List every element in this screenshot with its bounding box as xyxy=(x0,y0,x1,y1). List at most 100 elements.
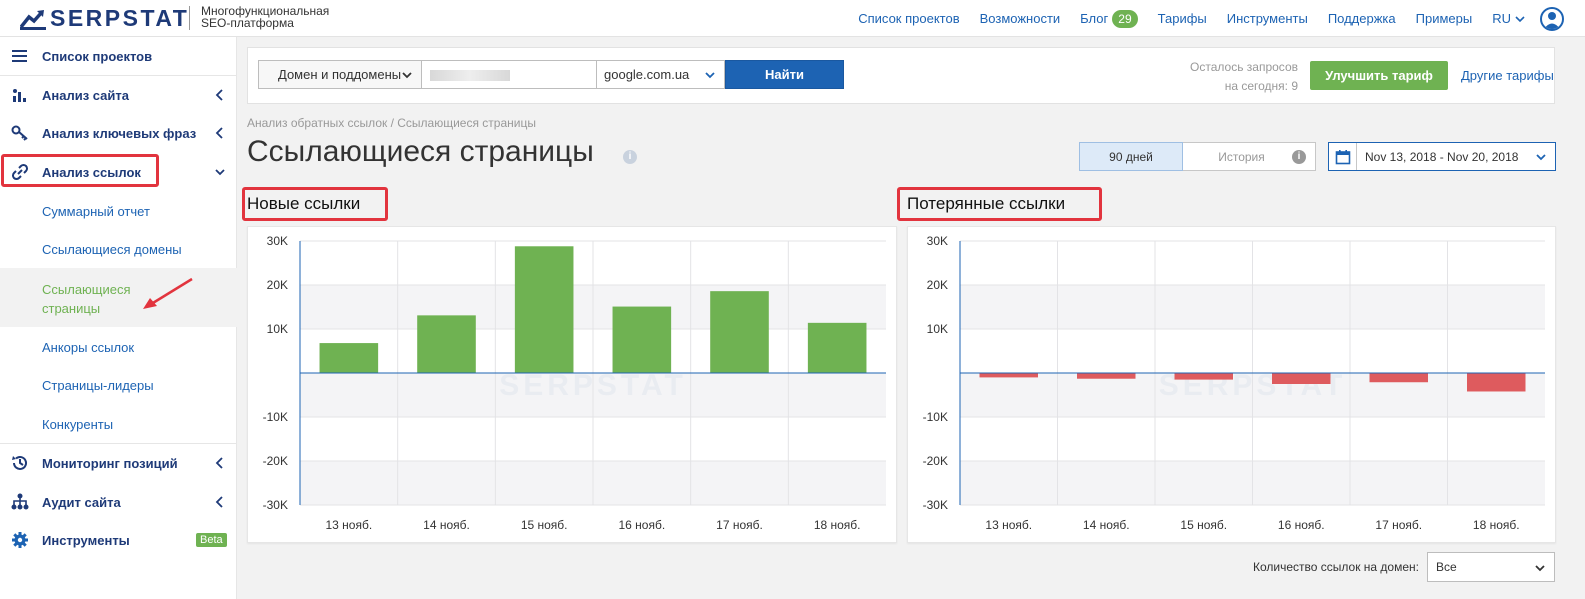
language-select[interactable]: RU xyxy=(1492,11,1526,26)
history-info-icon[interactable]: i xyxy=(1292,150,1306,164)
y-tick-label: -10K xyxy=(923,410,948,424)
bar[interactable] xyxy=(807,322,867,373)
period-history-label: История xyxy=(1218,149,1265,164)
nav-tools[interactable]: Инструменты xyxy=(1227,11,1308,26)
bar[interactable] xyxy=(319,343,379,373)
bar[interactable] xyxy=(1174,373,1234,380)
find-button[interactable]: Найти xyxy=(725,60,844,89)
bar[interactable] xyxy=(710,291,769,373)
sidebar-subitem-summary[interactable]: Суммарный отчет xyxy=(0,192,237,230)
blurred-domain xyxy=(430,70,510,81)
breadcrumb: Анализ обратных ссылок / Ссылающиеся стр… xyxy=(247,116,536,130)
sidebar-subitem-label: Суммарный отчет xyxy=(42,204,150,219)
highlight-box xyxy=(897,187,1102,221)
y-tick-label: -20K xyxy=(263,454,288,468)
chevron-down-icon xyxy=(1535,565,1545,572)
sidebar-subitem-top-pages[interactable]: Страницы-лидеры xyxy=(0,365,237,403)
nav-blog[interactable]: Блог 29 xyxy=(1080,9,1138,28)
new-links-chart: 30K 20K 10K -10K -20K -30K SERPSTAT 13 нояб. 14 … xyxy=(247,226,897,543)
y-tick-label: -30K xyxy=(263,498,288,512)
x-tick-label: 18 нояб. xyxy=(814,518,861,532)
x-tick-label: 14 нояб. xyxy=(1083,518,1130,532)
y-tick-label: -20K xyxy=(923,454,948,468)
sidebar-item-label: Инструменты xyxy=(42,532,130,548)
sidebar-subitem-label: Страницы-лидеры xyxy=(42,378,154,393)
tagline-line2: SEO-платформа xyxy=(201,16,294,30)
sidebar-subitem-ref-domains[interactable]: Ссылающиеся домены xyxy=(0,230,237,268)
bar[interactable] xyxy=(1369,373,1429,383)
chart-svg: 30K 20K 10K -10K -20K -30K SERPSTAT 13 нояб. 14 … xyxy=(263,234,886,532)
remaining-line2: на сегодня: 9 xyxy=(1224,79,1298,93)
search-engine-value: google.com.ua xyxy=(604,67,690,82)
user-avatar-icon[interactable] xyxy=(1540,6,1564,31)
date-range-picker[interactable]: Nov 13, 2018 - Nov 20, 2018 xyxy=(1328,142,1556,171)
links-per-domain-select[interactable]: Все xyxy=(1427,552,1555,582)
sidebar-item-label: Аудит сайта xyxy=(42,494,121,510)
x-tick-label: 15 нояб. xyxy=(521,518,568,532)
sidebar-subitem-label-line2: страницы xyxy=(42,301,101,316)
watermark: SERPSTAT xyxy=(499,369,687,402)
lost-links-chart: 30K 20K 10K -10K -20K -30K SERPSTAT 13 нояб. 14 … xyxy=(907,226,1556,543)
domain-input[interactable] xyxy=(422,60,597,89)
x-tick-label: 17 нояб. xyxy=(716,518,763,532)
period-history[interactable]: История i xyxy=(1182,143,1315,170)
logo-icon xyxy=(20,9,46,30)
nav-support[interactable]: Поддержка xyxy=(1328,11,1396,26)
nav-pricing[interactable]: Тарифы xyxy=(1158,11,1207,26)
bar[interactable] xyxy=(1272,373,1331,384)
info-icon[interactable]: i xyxy=(623,150,637,164)
calendar-icon xyxy=(1329,143,1357,170)
bar[interactable] xyxy=(514,246,574,373)
sidebar-item-projects[interactable]: Список проектов xyxy=(0,37,237,75)
nav-features[interactable]: Возможности xyxy=(980,11,1061,26)
other-plans-link[interactable]: Другие тарифы xyxy=(1461,68,1554,83)
tagline: Многофункциональная SEO-платформа xyxy=(201,5,329,29)
page-title: Ссылающиеся страницы xyxy=(247,135,594,168)
sidebar-subitem-label: Ссылающиеся xyxy=(42,282,131,297)
sidebar-item-site-audit[interactable]: Аудит сайта xyxy=(0,483,237,521)
sidebar-subitem-ref-pages[interactable]: Ссылающиеся страницы xyxy=(0,268,237,327)
sidebar-subitem-anchors[interactable]: Анкоры ссылок xyxy=(0,327,237,365)
nav-projects[interactable]: Список проектов xyxy=(858,11,959,26)
sidebar-item-rank-tracking[interactable]: Мониторинг позиций xyxy=(0,444,237,482)
x-tick-label: 16 нояб. xyxy=(618,518,665,532)
chevron-left-icon xyxy=(215,89,223,101)
chevron-down-icon xyxy=(215,169,225,176)
sidebar-item-tools[interactable]: Инструменты Beta xyxy=(0,521,237,559)
sidebar-item-label: Анализ сайта xyxy=(42,87,130,103)
bar[interactable] xyxy=(1077,373,1136,379)
sidebar: Список проектов Анализ сайта Анализ ключ… xyxy=(0,37,237,599)
beta-badge: Beta xyxy=(196,533,227,547)
search-scope-select[interactable]: Домен и поддомены xyxy=(258,60,422,89)
site-analysis-icon xyxy=(13,89,26,102)
x-tick-label: 17 нояб. xyxy=(1375,518,1422,532)
search-engine-select[interactable]: google.com.ua xyxy=(597,60,725,89)
y-tick-label: 20K xyxy=(927,278,948,292)
bar[interactable] xyxy=(1467,373,1526,392)
bar[interactable] xyxy=(417,315,476,373)
y-tick-label: -30K xyxy=(923,498,948,512)
period-90-days[interactable]: 90 дней xyxy=(1079,142,1183,171)
bar[interactable] xyxy=(979,373,1039,378)
sitemap-icon xyxy=(11,493,29,510)
x-tick-label: 16 нояб. xyxy=(1278,518,1325,532)
date-range-value: Nov 13, 2018 - Nov 20, 2018 xyxy=(1365,149,1519,164)
key-icon xyxy=(11,125,28,141)
serpstat-logo[interactable]: SERPSTAT xyxy=(20,5,189,32)
sidebar-item-keyword-analysis[interactable]: Анализ ключевых фраз xyxy=(0,114,237,152)
sidebar-subitem-competitors[interactable]: Конкуренты xyxy=(0,404,237,442)
nav-examples[interactable]: Примеры xyxy=(1416,11,1473,26)
logo-divider xyxy=(189,6,190,30)
x-tick-label: 13 нояб. xyxy=(985,518,1032,532)
sidebar-item-label: Анализ ключевых фраз xyxy=(42,125,197,141)
top-nav: Список проектов Возможности Блог 29 Тариф… xyxy=(858,0,1585,37)
links-per-domain-label: Количество ссылок на домен: xyxy=(1253,560,1419,574)
chevron-down-icon xyxy=(1515,15,1525,22)
sidebar-item-site-analysis[interactable]: Анализ сайта xyxy=(0,76,237,114)
bar[interactable] xyxy=(612,306,672,373)
chevron-left-icon xyxy=(215,127,223,139)
y-tick-label: -10K xyxy=(263,410,288,424)
y-tick-label: 20K xyxy=(267,278,288,292)
menu-icon xyxy=(12,50,27,62)
upgrade-plan-button[interactable]: Улучшить тариф xyxy=(1310,61,1448,90)
